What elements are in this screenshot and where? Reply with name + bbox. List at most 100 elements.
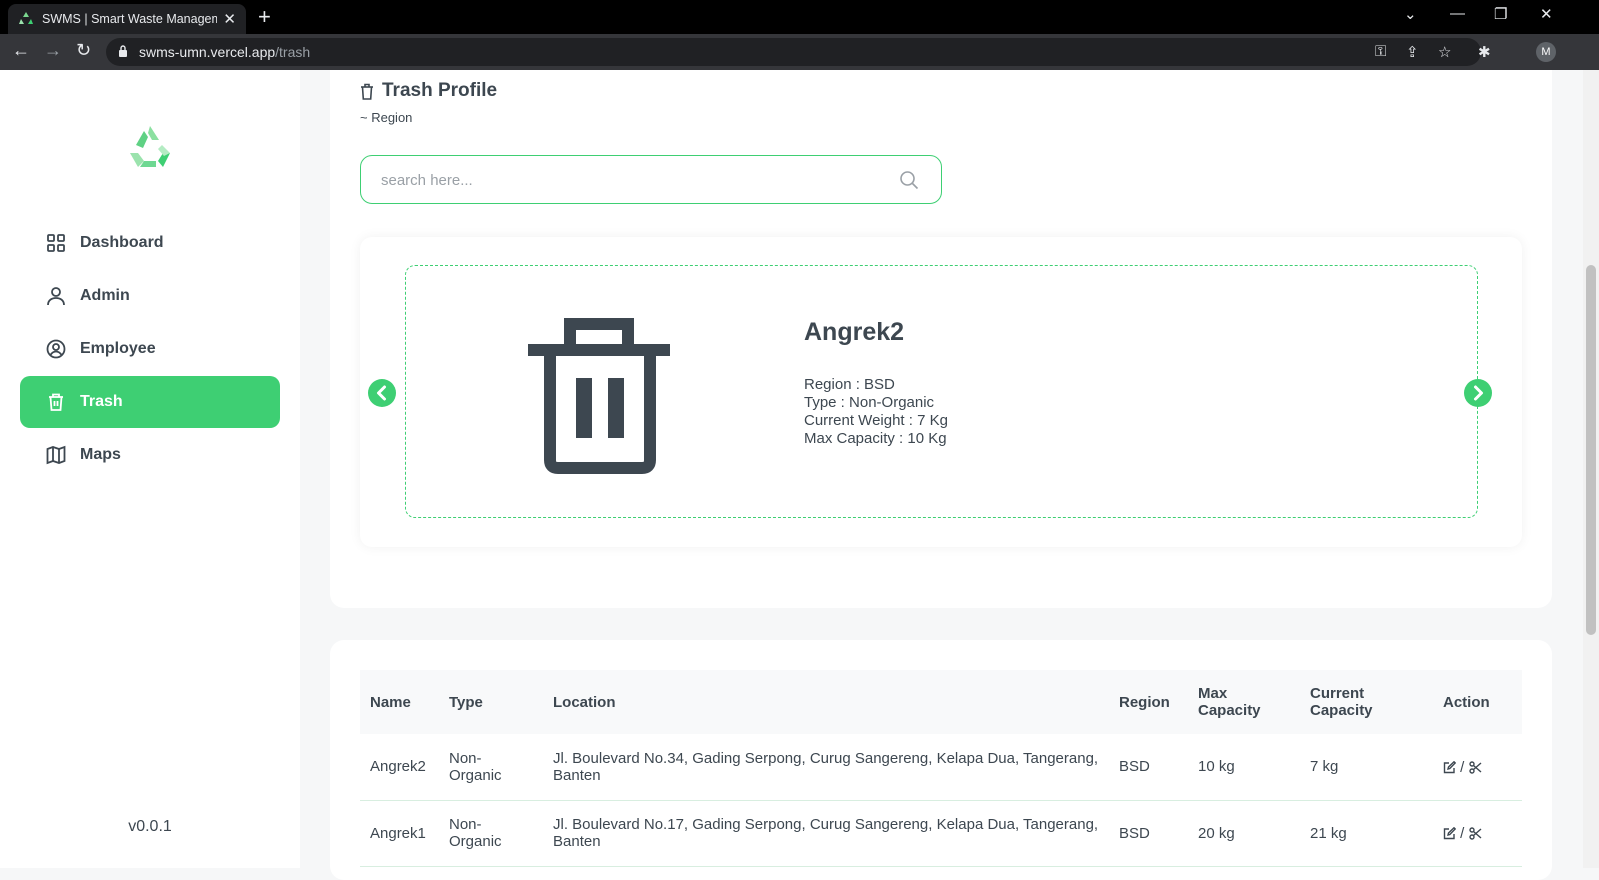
carousel-slide: Angrek2 Region : BSD Type : Non-Organic … [405,265,1478,518]
slide-details: Region : BSD Type : Non-Organic Current … [804,376,948,448]
cell-region: BSD [1109,800,1188,867]
sidebar-item-label: Trash [80,393,123,410]
search-icon[interactable] [899,170,919,190]
key-icon[interactable]: ⚿ [1375,43,1386,60]
edit-icon [1443,760,1457,774]
lock-icon [119,45,127,57]
trash-carousel: Angrek2 Region : BSD Type : Non-Organic … [360,237,1522,547]
slide-current-weight: Current Weight : 7 Kg [804,412,948,429]
trash-icon [361,83,373,100]
browser-tab[interactable]: SWMS | Smart Waste Management ✕ [8,4,246,34]
page-title-text: Trash Profile [382,80,498,101]
page-subtitle: ~ Region [360,110,413,125]
cell-name: Angrek1 [360,800,439,867]
recycle-favicon-icon [19,12,33,24]
trash-icon [49,393,63,411]
search-box [360,155,942,204]
column-header-type[interactable]: Type [439,670,543,734]
cell-current-capacity: 7 kg [1300,734,1433,801]
app-version: v0.0.1 [128,818,172,835]
share-icon[interactable]: ⇪ [1406,43,1419,61]
action-separator: / [1460,758,1465,776]
scrollbar-thumb[interactable] [1586,265,1596,635]
cell-location: Jl. Boulevard No.17, Gading Serpong, Cur… [543,800,1109,867]
address-bar[interactable]: swms-umn.vercel.app/trash [106,38,1481,66]
carousel-next-button[interactable] [1464,379,1492,407]
reload-icon[interactable]: ↻ [76,40,91,61]
cell-max-capacity: 20 kg [1188,800,1300,867]
extensions-icon[interactable]: ✱ [1478,43,1491,61]
page-title: Trash Profile [360,80,497,102]
column-header-name[interactable]: Name [360,670,439,734]
sidebar-item-maps[interactable]: Maps [20,429,280,481]
slide-trash-name: Angrek2 [804,318,905,346]
sidebar-item-label: Dashboard [80,234,164,251]
close-tab-icon[interactable]: ✕ [223,10,236,28]
sidebar-item-employee[interactable]: Employee [20,323,280,375]
tab-title: SWMS | Smart Waste Management [42,12,218,26]
search-input[interactable] [381,168,861,192]
chevron-right-icon [1474,385,1483,401]
edit-button[interactable] [1443,759,1457,776]
delete-button[interactable] [1468,759,1482,776]
profile-avatar[interactable]: M [1536,42,1556,62]
slide-max-capacity: Max Capacity : 10 Kg [804,430,947,447]
column-header-action: Action [1443,693,1490,711]
trash-bin-icon [528,318,670,474]
bookmark-star-icon[interactable]: ☆ [1438,43,1451,61]
new-tab-icon[interactable]: + [258,4,271,30]
url-host: swms-umn.vercel.app [139,44,276,60]
sidebar-item-label: Maps [80,446,121,463]
column-header-location[interactable]: Location [543,670,1109,734]
trash-profile-card: Trash Profile ~ Region Angrek2 Region : … [330,70,1552,608]
trash-table: Name Type Location Region Max Capacity C… [360,670,1522,867]
page-scrollbar[interactable] [1583,70,1599,868]
restore-icon[interactable]: ❐ [1494,5,1507,23]
trash-table-card: Name Type Location Region Max Capacity C… [330,640,1552,880]
sidebar-item-admin[interactable]: Admin [20,270,280,322]
cell-action: / [1433,800,1522,867]
scissors-icon [1468,827,1481,840]
sidebar-item-label: Employee [80,340,156,357]
url-path: /trash [275,44,311,60]
forward-icon[interactable]: → [44,40,62,61]
delete-button[interactable] [1468,825,1482,842]
cell-max-capacity: 10 kg [1188,734,1300,801]
browser-chrome: SWMS | Smart Waste Management ✕ + ⌄ — ❐ … [0,0,1599,70]
sidebar-item-label: Admin [80,287,130,304]
column-header-region[interactable]: Region [1109,670,1188,734]
scissors-icon [1468,761,1481,774]
column-header-max-capacity[interactable]: Max Capacity [1188,670,1300,734]
tab-strip: SWMS | Smart Waste Management ✕ + ⌄ — ❐ … [0,0,1599,34]
minimize-icon[interactable]: — [1450,5,1465,22]
cell-name: Angrek2 [360,734,439,801]
cell-current-capacity: 21 kg [1300,800,1433,867]
cell-type: Non-Organic [439,734,543,801]
user-icon [47,287,65,306]
recycle-logo-icon [130,126,170,167]
table-row[interactable]: Angrek1 Non-Organic Jl. Boulevard No.17,… [360,800,1522,867]
column-header-current-capacity[interactable]: Current Capacity [1300,670,1433,734]
tab-search-icon[interactable]: ⌄ [1404,5,1417,23]
url-text: swms-umn.vercel.app/trash [139,44,310,60]
cell-action: / [1433,734,1522,801]
dashboard-icon [47,234,65,252]
carousel-prev-button[interactable] [368,379,396,407]
browser-toolbar: ← → ↻ swms-umn.vercel.app/trash ⚿ ⇪ ☆ ✱ … [0,34,1599,70]
map-icon [46,445,66,465]
chevron-left-icon [377,385,386,401]
edit-button[interactable] [1443,825,1457,842]
action-separator: / [1460,824,1465,842]
sidebar-item-trash[interactable]: Trash [20,376,280,428]
back-icon[interactable]: ← [12,40,30,61]
slide-region: Region : BSD [804,376,895,393]
table-row[interactable]: Angrek2 Non-Organic Jl. Boulevard No.34,… [360,734,1522,801]
cell-location: Jl. Boulevard No.34, Gading Serpong, Cur… [543,734,1109,801]
sidebar-item-dashboard[interactable]: Dashboard [20,217,280,269]
close-window-icon[interactable]: ✕ [1540,5,1553,23]
slide-type: Type : Non-Organic [804,394,935,411]
sidebar: Dashboard Admin Employee Trash Maps v0.0… [0,70,300,868]
cell-region: BSD [1109,734,1188,801]
edit-icon [1443,827,1457,840]
table-header-row: Name Type Location Region Max Capacity C… [360,670,1522,734]
